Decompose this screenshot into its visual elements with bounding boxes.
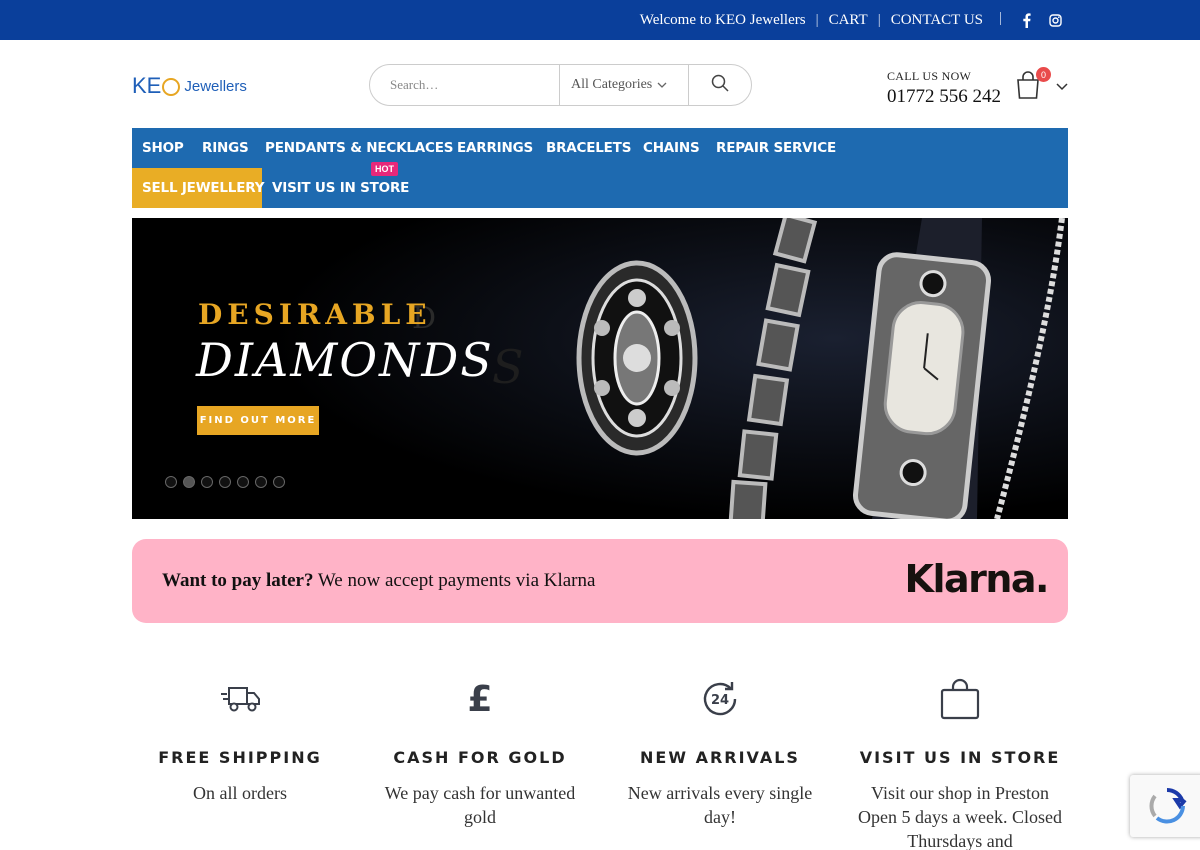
recaptcha-icon bbox=[1149, 787, 1187, 824]
phone-number[interactable]: 01772 556 242 bbox=[887, 86, 1001, 108]
feature-new-arrivals: 24 NEW ARRIVALS New arrivals every singl… bbox=[612, 676, 828, 829]
hero-title-desirable: DESIRABLE bbox=[198, 298, 432, 331]
keo-logo[interactable]: KE Jewellers bbox=[132, 72, 252, 100]
top-links: Welcome to KEO Jewellers | CART | CONTAC… bbox=[640, 0, 983, 40]
svg-text:S: S bbox=[492, 340, 524, 394]
recaptcha-badge[interactable] bbox=[1130, 775, 1200, 837]
hero-title-diamonds: DIAMONDS bbox=[196, 333, 494, 387]
call-us-label: CALL US NOW bbox=[887, 69, 972, 83]
separator: | bbox=[815, 11, 819, 28]
chevron-down-icon[interactable] bbox=[1056, 78, 1068, 96]
slider-dot[interactable] bbox=[201, 476, 213, 488]
nav-item-chains[interactable]: CHAINS bbox=[643, 128, 700, 168]
category-select[interactable]: All Categories bbox=[559, 65, 689, 105]
svg-text:24: 24 bbox=[711, 693, 729, 708]
feature-desc: Visit our shop in Preston Open 5 days a … bbox=[858, 783, 1062, 850]
search-input[interactable] bbox=[390, 65, 560, 105]
klarna-message-bold: Want to pay later? bbox=[162, 570, 314, 591]
feature-cash-for-gold: £ CASH FOR GOLD We pay cash for unwanted… bbox=[372, 676, 588, 829]
hot-badge: HOT bbox=[371, 162, 398, 176]
logo-keo-text: KE bbox=[132, 73, 162, 98]
shopping-bag-icon bbox=[852, 676, 1068, 722]
klarna-message: Want to pay later? We now accept payment… bbox=[162, 570, 595, 592]
find-out-more-button[interactable]: FIND OUT MORE bbox=[197, 406, 319, 435]
delivery-truck-icon bbox=[132, 676, 348, 722]
nav-item-shop[interactable]: SHOP bbox=[142, 128, 184, 168]
search-icon bbox=[711, 74, 729, 97]
feature-desc: On all orders bbox=[193, 783, 287, 803]
feature-title: VISIT US IN STORE bbox=[859, 748, 1061, 767]
slider-dot[interactable] bbox=[219, 476, 231, 488]
cart-count-badge: 0 bbox=[1036, 67, 1051, 82]
category-select-value: All Categories bbox=[571, 77, 653, 92]
welcome-text: Welcome to KEO Jewellers bbox=[639, 11, 806, 28]
feature-title: FREE SHIPPING bbox=[158, 748, 322, 767]
feature-title: NEW ARRIVALS bbox=[640, 748, 800, 767]
separator: | bbox=[877, 11, 881, 28]
contact-us-link[interactable]: CONTACT US bbox=[891, 12, 983, 29]
hero-slider[interactable]: D S DESIRABLE DIAMONDS FIND OUT MORE bbox=[132, 218, 1068, 519]
slider-dot[interactable] bbox=[237, 476, 249, 488]
nav-item-bracelets[interactable]: BRACELETS bbox=[546, 128, 631, 168]
slider-dot[interactable] bbox=[255, 476, 267, 488]
feature-free-shipping: FREE SHIPPING On all orders bbox=[132, 676, 348, 805]
klarna-banner[interactable]: Want to pay later? We now accept payment… bbox=[132, 539, 1068, 623]
call-us-block: CALL US NOW 01772 556 242 bbox=[887, 69, 1001, 108]
nav-item-repair-service[interactable]: REPAIR SERVICE bbox=[716, 128, 836, 168]
main-nav: SHOP RINGS PENDANTS & NECKLACES EARRINGS… bbox=[132, 128, 1068, 208]
nav-item-rings[interactable]: RINGS bbox=[202, 128, 249, 168]
slider-dots bbox=[165, 476, 291, 488]
facebook-icon[interactable] bbox=[1018, 12, 1034, 28]
separator: | bbox=[999, 10, 1003, 26]
logo-ring-icon bbox=[162, 78, 181, 96]
search-button[interactable] bbox=[689, 65, 751, 105]
chevron-down-icon bbox=[657, 80, 667, 91]
slider-dot[interactable] bbox=[273, 476, 285, 488]
logo-jewellers-text: Jewellers bbox=[184, 77, 247, 95]
feature-desc: New arrivals every single day! bbox=[627, 783, 813, 827]
klarna-message-text: We now accept payments via Klarna bbox=[317, 570, 596, 591]
top-bar: Welcome to KEO Jewellers | CART | CONTAC… bbox=[0, 0, 1200, 40]
search-bar: All Categories bbox=[369, 64, 752, 106]
slider-dot[interactable] bbox=[183, 476, 195, 488]
feature-desc: We pay cash for unwanted gold bbox=[384, 783, 576, 827]
nav-item-pendants-necklaces[interactable]: PENDANTS & NECKLACES bbox=[265, 128, 453, 168]
pound-sign-icon: £ bbox=[467, 678, 493, 720]
nav-item-sell-jewellery[interactable]: SELL JEWELLERY bbox=[132, 168, 264, 208]
nav-item-earrings[interactable]: EARRINGS bbox=[457, 128, 533, 168]
feature-visit-us-in-store: VISIT US IN STORE Visit our shop in Pres… bbox=[852, 676, 1068, 850]
slider-dot[interactable] bbox=[165, 476, 177, 488]
cart-link[interactable]: CART bbox=[829, 12, 868, 29]
feature-title: CASH FOR GOLD bbox=[393, 748, 567, 767]
instagram-icon[interactable] bbox=[1047, 12, 1063, 28]
klarna-logo: Klarna. bbox=[904, 557, 1050, 601]
24-hours-icon: 24 bbox=[612, 676, 828, 722]
